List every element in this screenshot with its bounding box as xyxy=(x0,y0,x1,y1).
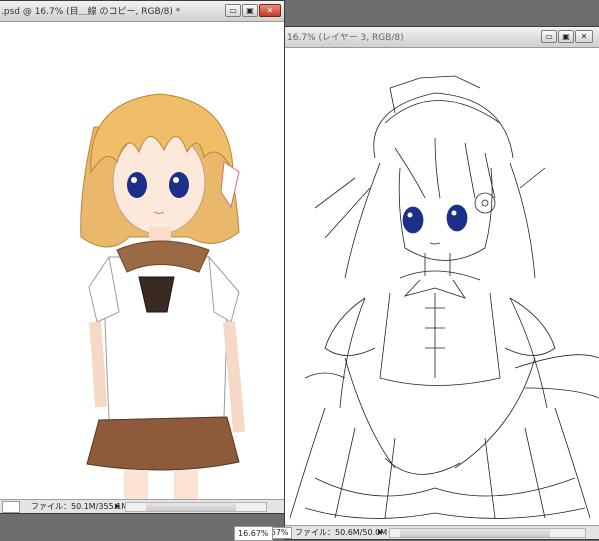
left-canvas[interactable] xyxy=(0,22,284,499)
close-icon[interactable]: ✕ xyxy=(259,4,281,17)
minimize-icon[interactable]: ▭ xyxy=(541,30,557,43)
left-document-window[interactable]: .psd @ 16.7% (目＿線 のコピー, RGB/8) * ▭ ▣ ✕ フ… xyxy=(0,0,285,514)
left-scroll-thumb[interactable] xyxy=(146,503,236,511)
left-zoom-value[interactable] xyxy=(2,501,20,513)
right-window-titlebar[interactable]: 16.7% (レイヤー 3, RGB/8) ▭ ▣ ✕ xyxy=(285,27,599,48)
left-status-menu-arrow-icon[interactable]: ▶ xyxy=(115,500,120,513)
left-status-bar: ファイル：50.1M/355.1M ▶ xyxy=(0,499,284,513)
right-status-menu-arrow-icon[interactable]: ▶ xyxy=(378,526,383,539)
left-window-title: .psd @ 16.7% (目＿線 のコピー, RGB/8) * xyxy=(1,7,181,17)
line-art-sketch xyxy=(289,75,599,519)
restore-icon[interactable]: ▣ xyxy=(558,30,574,43)
right-window-title: 16.7% (レイヤー 3, RGB/8) xyxy=(287,33,404,43)
close-icon[interactable]: ✕ xyxy=(575,30,593,43)
right-canvas[interactable] xyxy=(285,48,599,525)
colored-character-illustration xyxy=(80,93,245,499)
right-document-window[interactable]: 16.7% (レイヤー 3, RGB/8) ▭ ▣ ✕ 16.67% ファイル：… xyxy=(255,26,599,540)
restore-icon[interactable]: ▣ xyxy=(242,4,258,17)
right-horizontal-scrollbar[interactable] xyxy=(389,528,586,538)
left-horizontal-scrollbar[interactable] xyxy=(125,502,267,512)
right-file-info: ファイル：50.6M/50.0M xyxy=(295,528,388,537)
right-scroll-thumb[interactable] xyxy=(400,529,550,537)
left-window-titlebar[interactable]: .psd @ 16.7% (目＿線 のコピー, RGB/8) * ▭ ▣ ✕ xyxy=(0,1,284,22)
minimize-icon[interactable]: ▭ xyxy=(225,4,241,17)
right-window-zoom-overlay[interactable]: 16.67% xyxy=(234,526,273,541)
left-file-info: ファイル：50.1M/355.1M xyxy=(31,502,129,511)
right-status-bar: 16.67% ファイル：50.6M/50.0M ▶ xyxy=(255,525,599,539)
